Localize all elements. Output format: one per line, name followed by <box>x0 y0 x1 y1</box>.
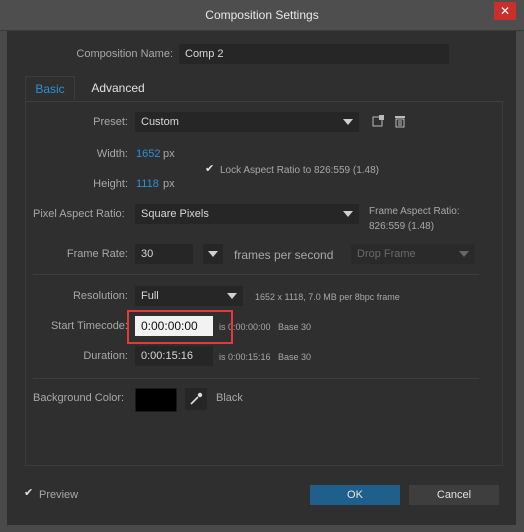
eyedropper-icon <box>190 392 203 405</box>
preset-dropdown[interactable]: Custom <box>135 112 359 132</box>
preview-label: Preview <box>39 489 79 501</box>
height-label: Height: <box>93 178 128 190</box>
frame-rate-unit: frames per second <box>234 248 334 262</box>
frame-rate-input[interactable]: 30 <box>135 244 193 264</box>
lock-aspect-label: Lock Aspect Ratio to 826:559 (1.48) <box>220 165 379 176</box>
background-color-label: Background Color: <box>33 392 125 404</box>
pixel-aspect-value: Square Pixels <box>141 208 209 220</box>
title-bar: Composition Settings ✕ <box>0 0 524 31</box>
preset-value: Custom <box>141 116 179 128</box>
comp-name-label: Composition Name: <box>76 48 173 60</box>
frame-rate-dropdown[interactable] <box>203 244 223 264</box>
width-unit: px <box>163 148 175 160</box>
chevron-down-icon <box>459 251 469 257</box>
eyedropper-button[interactable] <box>185 388 207 410</box>
duration-base: Base 30 <box>278 352 312 362</box>
trash-icon[interactable] <box>393 115 407 131</box>
drop-frame-value: Drop Frame <box>357 248 416 260</box>
resolution-value: Full <box>141 290 159 302</box>
tab-advanced[interactable]: Advanced <box>83 76 153 100</box>
pixel-aspect-label: Pixel Aspect Ratio: <box>33 208 125 220</box>
divider <box>33 274 479 275</box>
window-title: Composition Settings <box>205 8 319 22</box>
preset-label: Preset: <box>93 116 128 128</box>
tab-basic[interactable]: Basic <box>25 76 75 100</box>
duration-input[interactable]: 0:00:15:16 <box>135 346 213 366</box>
duration-label: Duration: <box>83 350 128 362</box>
start-timecode-base: Base 30 <box>278 322 312 332</box>
dialog-body: Composition Name: Comp 2 Basic Advanced … <box>7 31 516 525</box>
frame-rate-label: Frame Rate: <box>66 248 128 260</box>
duration-is: is 0:00:15:16 <box>219 352 271 362</box>
resolution-label: Resolution: <box>72 290 128 302</box>
width-label: Width: <box>96 148 128 160</box>
height-value[interactable]: 1118 <box>136 178 159 190</box>
chevron-down-icon <box>343 119 353 125</box>
resolution-info: 1652 x 1118, 7.0 MB per 8bpc frame <box>255 292 400 302</box>
frame-aspect-value: 826:559 (1.48) <box>369 221 435 232</box>
chevron-down-icon <box>227 293 237 299</box>
frame-aspect-label: Frame Aspect Ratio: <box>369 206 460 217</box>
highlight-box <box>127 310 233 344</box>
drop-frame-dropdown: Drop Frame <box>351 244 475 264</box>
chevron-down-icon <box>343 211 353 217</box>
close-button[interactable]: ✕ <box>494 2 516 20</box>
save-preset-icon[interactable] <box>371 115 385 131</box>
ok-button[interactable]: OK <box>310 485 400 505</box>
height-unit: px <box>163 178 175 190</box>
cancel-button[interactable]: Cancel <box>409 485 499 505</box>
lock-aspect-checkbox[interactable]: ✔ <box>205 164 216 175</box>
comp-name-input[interactable]: Comp 2 <box>179 44 449 64</box>
divider <box>33 378 479 379</box>
background-color-name: Black <box>216 392 243 404</box>
pixel-aspect-dropdown[interactable]: Square Pixels <box>135 204 359 224</box>
start-timecode-label: Start Timecode: <box>50 320 128 332</box>
preview-checkbox[interactable]: ✔ <box>24 488 35 499</box>
background-color-swatch[interactable] <box>135 388 177 412</box>
width-value[interactable]: 1652 <box>136 148 160 160</box>
chevron-down-icon <box>208 251 218 257</box>
resolution-dropdown[interactable]: Full <box>135 286 243 306</box>
